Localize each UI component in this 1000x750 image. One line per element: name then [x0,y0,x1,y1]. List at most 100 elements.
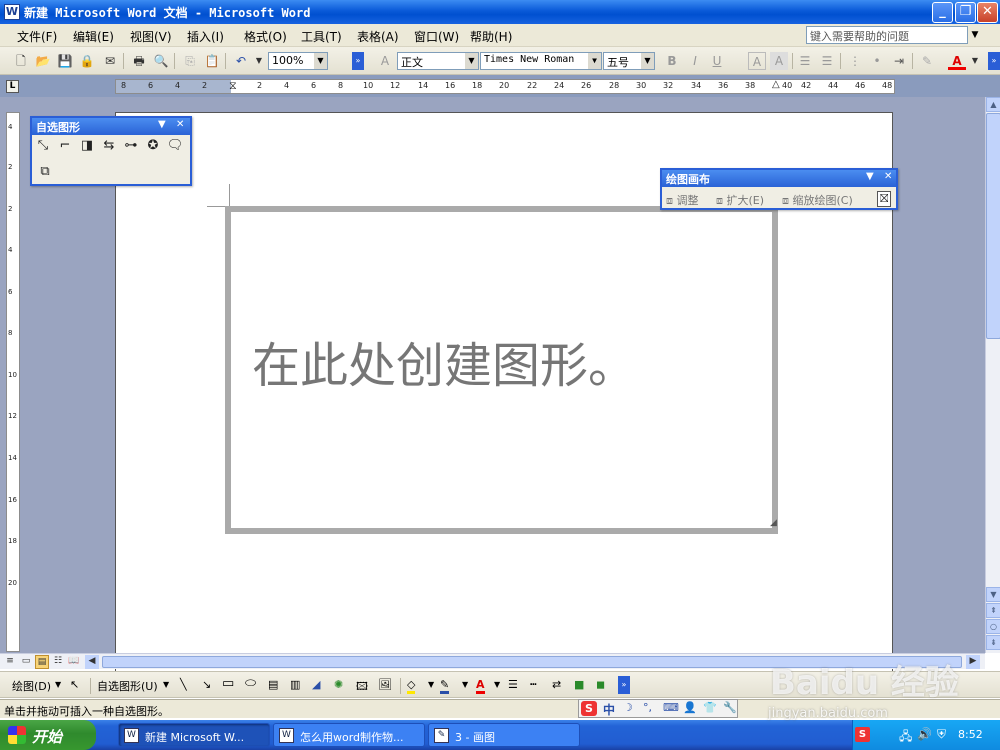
autoshapes-dropdown-icon[interactable]: ▼ [163,680,169,689]
callouts-icon[interactable]: 🗨 [166,137,184,155]
rectangle-tool-icon[interactable]: ▭ [222,676,234,691]
input-method-bar[interactable]: S 中 ☽ °, ⌨ 👤 👕 🔧 [578,699,738,718]
print-layout-view-icon[interactable]: ▤ [35,655,49,669]
scroll-left-icon[interactable]: ◀ [85,655,99,669]
font-select[interactable]: Times New Roman ▼ [480,52,602,70]
undo-icon[interactable]: ↶ [232,52,250,70]
3d-style-icon[interactable]: ◼ [596,678,605,691]
font-size-dropdown-icon[interactable]: ▼ [641,53,654,69]
text-wrapping-icon[interactable]: ⛝ [877,191,892,207]
more-autoshapes-icon[interactable]: ⧉ [36,163,54,181]
scroll-up-icon[interactable]: ▲ [986,97,1000,112]
zoom-select[interactable]: 100% ▼ [268,52,328,70]
close-icon[interactable]: ✕ [176,119,184,130]
print-icon[interactable]: 🖶 [130,52,148,70]
connectors-icon[interactable]: ⌐ [56,137,74,155]
vertical-ruler[interactable]: 4 2 2 4 6 8 10 12 14 16 18 20 [6,112,20,652]
block-arrows-icon[interactable]: ⇆ [100,137,118,155]
stars-banners-icon[interactable]: ✪ [144,137,162,155]
ime-mode-label[interactable]: 中 [603,701,615,718]
character-border-button[interactable]: A [748,52,766,70]
previous-page-icon[interactable]: ⇞ [986,603,1000,618]
menu-table[interactable]: 表格(A) [357,28,399,45]
volume-icon[interactable]: 🔊 [917,727,932,741]
underline-button[interactable]: U [708,52,726,70]
punctuation-icon[interactable]: °, [643,701,652,714]
style-dropdown-icon[interactable]: ▼ [465,53,478,69]
web-layout-view-icon[interactable]: ▭ [19,655,33,669]
scroll-down-icon[interactable]: ▼ [986,587,1000,602]
word-app-icon[interactable]: W [4,4,20,20]
italic-button[interactable]: I [686,52,704,70]
normal-view-icon[interactable]: ≡ [3,655,17,669]
dash-style-icon[interactable]: ┅ [530,678,537,691]
taskbar-item-browser[interactable]: W 怎么用word制作物... [273,723,425,747]
drawing-font-color-icon[interactable]: A [476,678,485,694]
increase-indent-icon[interactable]: ⇥ [890,52,908,70]
highlight-icon[interactable]: ✎ [918,52,936,70]
reading-layout-view-icon[interactable]: 📖 [67,655,81,669]
bold-button[interactable]: B [663,52,681,70]
canvas-toolbar-title-bar[interactable]: 绘图画布 ▼ ✕ [662,170,896,187]
next-page-icon[interactable]: ⇟ [986,635,1000,650]
fill-color-dropdown-icon[interactable]: ▼ [428,680,434,689]
clothing-icon[interactable]: 👕 [703,701,717,714]
zoom-dropdown-icon[interactable]: ▼ [314,53,327,69]
menu-help[interactable]: 帮助(H) [470,28,512,45]
taskbar-item-paint[interactable]: ✎ 3 - 画图 [428,723,580,747]
minimize-button[interactable]: _ [932,2,953,23]
draw-dropdown-icon[interactable]: ▼ [55,680,61,689]
clip-art-icon[interactable]: 🖾 [356,678,368,697]
menu-tools[interactable]: 工具(T) [301,28,342,45]
email-icon[interactable]: ✉ [101,52,119,70]
vertical-text-box-icon[interactable]: ▥ [290,678,300,691]
font-color-dropdown-icon[interactable]: ▼ [966,52,984,70]
line-color-icon[interactable]: ✎ [440,678,450,694]
style-select[interactable]: 正文 ▼ [397,52,479,70]
skin-icon[interactable]: 👤 [683,701,697,714]
menu-format[interactable]: 格式(O) [244,28,287,45]
toolbar-options-icon[interactable]: » [618,676,630,694]
font-dropdown-icon[interactable]: ▼ [588,53,601,69]
draw-menu-button[interactable]: 绘图(D) [12,678,51,694]
sogou-ime-icon[interactable]: S [581,701,597,716]
close-button[interactable]: ✕ [977,2,998,23]
picture-icon[interactable]: 🖼 [378,678,392,691]
wordart-icon[interactable]: ◢ [312,678,320,691]
fit-drawing-button[interactable]: ⧈ 调整 [666,192,699,208]
save-icon[interactable]: 💾 [56,52,74,70]
styles-pane-icon[interactable]: A [376,52,394,70]
text-box-icon[interactable]: ▤ [268,678,278,691]
print-preview-icon[interactable]: 🔍 [152,52,170,70]
permission-icon[interactable]: 🔒 [78,52,96,70]
outline-view-icon[interactable]: ☷ [51,655,65,669]
expand-drawing-button[interactable]: ⧈ 扩大(E) [716,192,764,208]
shadow-style-icon[interactable]: ■ [574,678,584,691]
menu-view[interactable]: 视图(V) [130,28,172,45]
flowchart-icon[interactable]: ⊶ [122,137,140,155]
horizontal-ruler[interactable]: 8 6 4 2 ⧖ 2 4 6 8 10 12 14 16 18 20 22 2… [115,79,895,94]
menu-window[interactable]: 窗口(W) [414,28,459,45]
right-indent-marker-icon[interactable]: △ [772,79,780,90]
scroll-right-icon[interactable]: ▶ [966,655,980,669]
toolbar-options-icon[interactable]: » [352,52,364,70]
maximize-button[interactable]: ❐ [955,2,976,23]
indent-marker-icon[interactable]: ⧖ [229,79,237,93]
basic-shapes-icon[interactable]: ◨ [78,137,96,155]
toolbar-options-dropdown-icon[interactable]: ▼ [866,171,874,182]
sogou-tray-icon[interactable]: S [855,727,870,742]
title-bar[interactable]: W 新建 Microsoft Word 文档 - Microsoft Word … [0,0,1000,24]
autoshapes-menu-button[interactable]: 自选图形(U) [97,678,158,694]
scale-drawing-button[interactable]: ⧈ 缩放绘图(C) [782,192,853,208]
toolbar-options-dropdown-icon[interactable]: ▼ [158,119,166,130]
copy-icon[interactable]: ⎘ [181,52,199,70]
undo-dropdown-icon[interactable]: ▼ [250,52,268,70]
toolbar-options-icon[interactable]: » [988,52,1000,70]
font-color-button[interactable]: A [948,52,966,70]
menu-file[interactable]: 文件(F) [17,28,57,45]
start-button[interactable]: 开始 [0,720,96,750]
help-dropdown-icon[interactable]: ▼ [968,26,982,44]
tab-selector-icon[interactable]: L [6,80,19,93]
autoshapes-toolbar-title-bar[interactable]: 自选图形 ▼ ✕ [32,118,190,135]
arrow-style-icon[interactable]: ⇄ [552,678,561,691]
